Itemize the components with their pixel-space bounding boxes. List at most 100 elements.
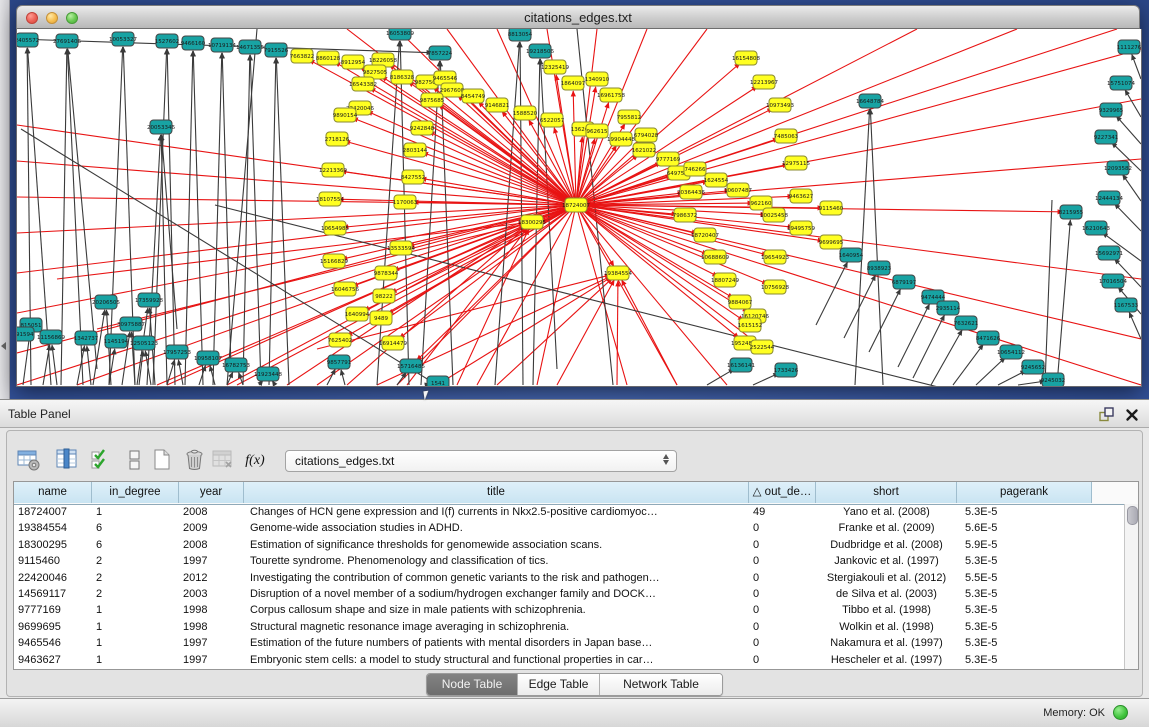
column-header-out_de[interactable]: △ out_de…: [749, 482, 816, 503]
graph-node[interactable]: 8454749: [461, 89, 486, 103]
close-panel-icon[interactable]: [1125, 408, 1139, 422]
graph-node[interactable]: 2405572: [17, 33, 39, 47]
graph-node[interactable]: 6879197: [892, 275, 917, 289]
graph-node[interactable]: 6522057: [540, 113, 565, 127]
float-panel-icon[interactable]: [1098, 406, 1115, 423]
graph-node[interactable]: 10607487: [724, 183, 752, 197]
graph-node[interactable]: 10053327: [109, 32, 137, 46]
graph-node[interactable]: 10756928: [761, 280, 789, 294]
graph-node[interactable]: 9329965: [1099, 103, 1124, 117]
graph-node[interactable]: 9699695: [819, 235, 844, 249]
graph-node[interactable]: 8215955: [1059, 205, 1084, 219]
graph-node[interactable]: 9245032: [1041, 373, 1066, 386]
graph-node[interactable]: 9857791: [327, 355, 352, 369]
graph-node[interactable]: 8813054: [508, 29, 533, 41]
network-window-titlebar[interactable]: citations_edges.txt: [16, 5, 1140, 29]
graph-node[interactable]: 9115460: [819, 201, 844, 215]
graph-node[interactable]: 2935114: [936, 301, 961, 315]
graph-node[interactable]: 9875685: [420, 93, 445, 107]
network-canvas[interactable]: 2405572276914061005332715276029466160107…: [16, 29, 1142, 387]
graph-node[interactable]: 1733426: [774, 363, 799, 377]
graph-node[interactable]: 7663822: [290, 49, 315, 63]
row-height-icon[interactable]: [121, 447, 149, 475]
graph-node[interactable]: 2522544: [750, 340, 775, 354]
graph-node[interactable]: 9890154: [333, 108, 358, 122]
graph-node[interactable]: 15751074: [1107, 76, 1135, 90]
graph-node[interactable]: 8186328: [390, 70, 415, 84]
graph-node[interactable]: 8860128: [316, 51, 341, 65]
table-row[interactable]: 1456911722003Disruption of a novel membe…: [14, 586, 1125, 602]
graph-node[interactable]: 16046756: [331, 282, 359, 296]
graph-node[interactable]: 9466160: [181, 36, 206, 50]
graph-node[interactable]: 746266: [684, 162, 706, 176]
graph-node[interactable]: 15716485: [397, 359, 425, 373]
graph-node[interactable]: 10719134: [208, 38, 236, 52]
column-header-name[interactable]: name: [14, 482, 92, 503]
column-header-title[interactable]: title: [244, 482, 749, 503]
graph-node[interactable]: 10688609: [701, 250, 729, 264]
graph-node[interactable]: 19654923: [761, 250, 789, 264]
delete-column-icon[interactable]: [181, 447, 209, 475]
graph-node[interactable]: 7632621: [954, 316, 979, 330]
graph-node[interactable]: 20206505: [92, 295, 120, 309]
graph-node[interactable]: 10654985: [321, 221, 349, 235]
graph-node[interactable]: 17016504: [1099, 274, 1127, 288]
graph-node[interactable]: 98222: [373, 289, 395, 303]
graph-node[interactable]: 962615: [586, 124, 608, 138]
graph-node[interactable]: 16914479: [379, 336, 407, 350]
graph-node[interactable]: 20364436: [677, 185, 705, 199]
table-source-select[interactable]: citations_edges.txt: [285, 450, 677, 472]
graph-node[interactable]: 8427552: [401, 170, 426, 184]
graph-node[interactable]: 12325419: [541, 60, 569, 74]
graph-node[interactable]: 27691406: [53, 34, 81, 48]
graph-node[interactable]: 1640994: [345, 307, 370, 321]
column-header-year[interactable]: year: [179, 482, 244, 503]
graph-node[interactable]: 16136141: [727, 358, 755, 372]
graph-node[interactable]: 20053346: [147, 120, 175, 134]
graph-node[interactable]: 9463627: [789, 189, 814, 203]
new-column-icon[interactable]: [149, 447, 177, 475]
table-row[interactable]: 946362711997Embryonic stem cells: a mode…: [14, 652, 1125, 668]
graph-node[interactable]: 1541: [427, 376, 449, 386]
graph-node[interactable]: 8938923: [867, 261, 892, 275]
graph-node[interactable]: 16961758: [597, 88, 625, 102]
graph-node[interactable]: 1111276: [1117, 40, 1141, 54]
table-row[interactable]: 969969511998Structural magnetic resonanc…: [14, 619, 1125, 635]
graph-node[interactable]: 11156869: [37, 330, 65, 344]
graph-node[interactable]: 1615152: [738, 318, 763, 332]
graph-node[interactable]: 2718126: [325, 132, 350, 146]
graph-node[interactable]: 15166829: [320, 254, 348, 268]
graph-node[interactable]: 19218506: [526, 44, 554, 58]
graph-node[interactable]: 2803144: [403, 143, 428, 157]
graph-node[interactable]: 19904448: [607, 132, 635, 146]
graph-node[interactable]: 7986372: [673, 208, 698, 222]
select-all-icon[interactable]: [88, 447, 116, 475]
graph-node[interactable]: 9777169: [656, 152, 681, 166]
function-builder-icon[interactable]: f(x): [241, 447, 269, 475]
graph-node[interactable]: 9245652: [1021, 360, 1046, 374]
column-header-pagerank[interactable]: pagerank: [957, 482, 1092, 503]
graph-node[interactable]: 18300295: [518, 215, 546, 229]
delete-table-icon[interactable]: [209, 447, 237, 475]
graph-node[interactable]: 18107554: [316, 192, 344, 206]
graph-node[interactable]: 16648784: [856, 94, 884, 108]
graph-node[interactable]: 12975115: [782, 156, 810, 170]
graph-node[interactable]: 30975887: [117, 317, 145, 331]
graph-node[interactable]: 391594: [17, 327, 34, 341]
graph-node[interactable]: 9884067: [728, 295, 753, 309]
graph-node[interactable]: 9878344: [374, 266, 399, 280]
graph-node[interactable]: 13533594: [387, 241, 415, 255]
graph-node[interactable]: 16543382: [349, 77, 377, 91]
graph-node[interactable]: 11923448: [254, 367, 282, 381]
graph-node[interactable]: 7485063: [774, 129, 799, 143]
graph-node[interactable]: 19384554: [604, 266, 632, 280]
graph-node[interactable]: 8471626: [976, 331, 1001, 345]
table-row[interactable]: 1872400712008Changes of HCN gene express…: [14, 504, 1125, 520]
graph-node[interactable]: 1342737: [74, 331, 99, 345]
graph-node[interactable]: 12093582: [1104, 161, 1132, 175]
graph-node[interactable]: 9227341: [1094, 130, 1119, 144]
graph-node[interactable]: 1588520: [513, 106, 538, 120]
graph-node[interactable]: 18807249: [711, 273, 739, 287]
graph-node[interactable]: 1527602: [155, 34, 180, 48]
citation-graph[interactable]: 2405572276914061005332715276029466160107…: [17, 29, 1141, 386]
